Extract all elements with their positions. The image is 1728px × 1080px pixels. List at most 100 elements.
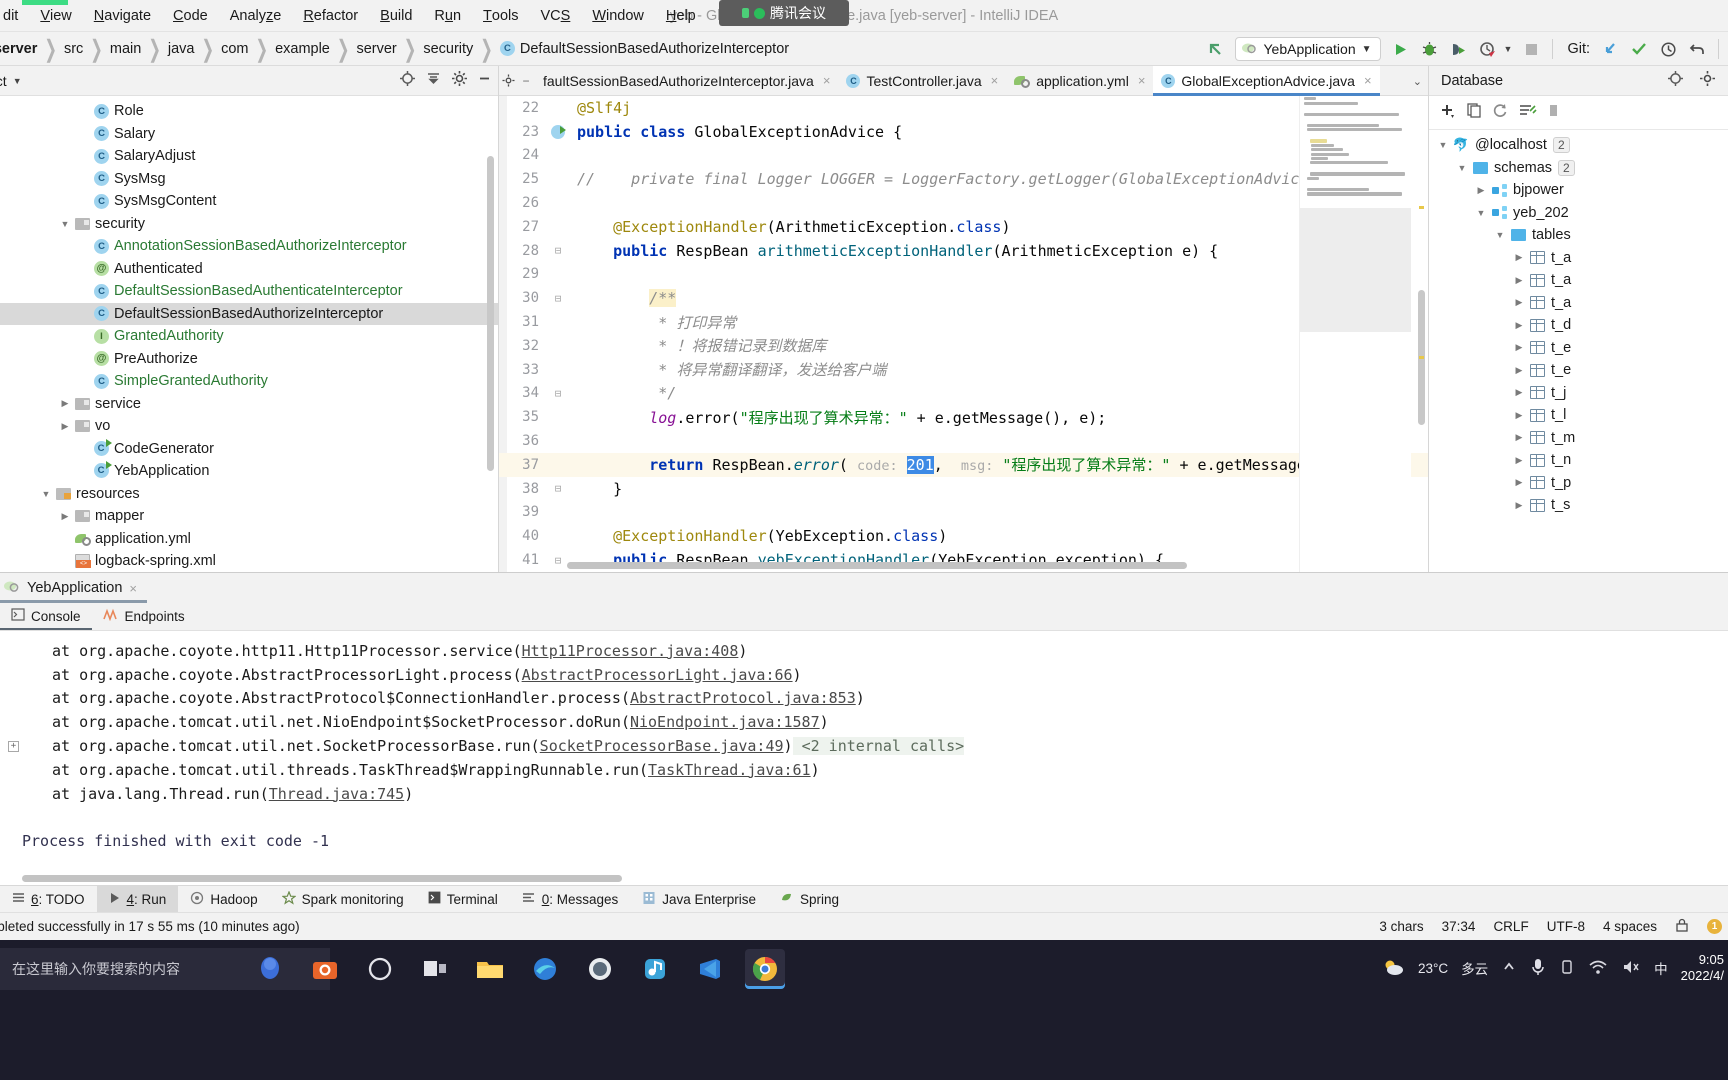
- code-line[interactable]: 33 * 将异常翻译翻译，发送给客户端: [499, 358, 1428, 382]
- menu-item-navigate[interactable]: Navigate: [83, 0, 162, 32]
- breadcrumb-item-com[interactable]: com: [218, 41, 251, 57]
- project-tree-item[interactable]: C DefaultSessionBasedAuthenticateIntercep…: [0, 280, 498, 303]
- run-gutter-icon[interactable]: [551, 124, 566, 139]
- code-fold-toggle[interactable]: ⊟: [555, 244, 562, 257]
- tree-expand-arrow[interactable]: ▶: [1511, 342, 1527, 353]
- code-editor[interactable]: 22 @Slf4j 23 public class GlobalExceptionAd…: [499, 96, 1428, 572]
- tree-expand-arrow[interactable]: ▶: [1511, 252, 1527, 263]
- code-line[interactable]: 27 @ExceptionHandler(ArithmeticException…: [499, 215, 1428, 239]
- editor-horizontal-scrollbar[interactable]: [567, 562, 1187, 569]
- tool-window-button-run[interactable]: 4: Run: [96, 885, 179, 913]
- project-tree-item[interactable]: I GrantedAuthority: [0, 325, 498, 348]
- sub-tab-console[interactable]: Console: [0, 602, 92, 630]
- editor-tab[interactable]: C TestController.java ×: [838, 66, 1006, 96]
- code-line[interactable]: 37 return RespBean.error( code: 201, msg…: [499, 452, 1428, 477]
- tool-window-button-spring[interactable]: Spring: [768, 886, 851, 913]
- update-project-icon[interactable]: [1597, 36, 1623, 62]
- duplicate-icon[interactable]: [1466, 102, 1482, 123]
- project-tree-item[interactable]: C CodeGenerator: [0, 438, 498, 461]
- microphone-icon[interactable]: [1530, 957, 1546, 980]
- settings-icon[interactable]: [1699, 70, 1716, 92]
- close-icon[interactable]: ×: [1364, 73, 1372, 88]
- run-with-coverage-icon[interactable]: [1446, 36, 1472, 62]
- tray-expand-icon[interactable]: [1501, 959, 1517, 978]
- stacktrace-link[interactable]: AbstractProcessorLight.java:66: [522, 666, 793, 684]
- tree-expand-arrow[interactable]: ▶: [1511, 275, 1527, 286]
- menu-item-build[interactable]: Build: [369, 0, 423, 32]
- status-encoding[interactable]: UTF-8: [1547, 919, 1585, 934]
- code-line[interactable]: 29: [499, 263, 1428, 287]
- run-configuration-selector[interactable]: YebApplication ▼: [1235, 37, 1381, 61]
- project-scrollbar[interactable]: [487, 156, 494, 471]
- profiler-icon[interactable]: [1475, 36, 1501, 62]
- breadcrumb-item-security[interactable]: security: [420, 41, 476, 57]
- editor-tab[interactable]: C GlobalExceptionAdvice.java ×: [1153, 65, 1380, 96]
- menu-item-help[interactable]: Help: [655, 0, 707, 32]
- tree-expand-arrow[interactable]: ▶: [1511, 410, 1527, 421]
- tree-expand-arrow[interactable]: ▼: [1454, 163, 1470, 173]
- close-icon[interactable]: ×: [823, 73, 831, 88]
- project-tree-item[interactable]: C Role: [0, 100, 498, 123]
- run-icon[interactable]: [1388, 36, 1414, 62]
- close-icon[interactable]: ×: [991, 73, 999, 88]
- project-tree-item[interactable]: application.yml: [0, 528, 498, 551]
- tree-expand-arrow[interactable]: ▼: [1473, 208, 1489, 218]
- status-caret-position[interactable]: 37:34: [1442, 919, 1476, 934]
- rollback-icon[interactable]: [1684, 36, 1710, 62]
- menu-item-run[interactable]: Run: [423, 0, 472, 32]
- database-tree-item[interactable]: ▶ t_n: [1429, 449, 1728, 472]
- console-output[interactable]: at org.apache.coyote.http11.Http11Proces…: [0, 631, 1728, 886]
- tool-window-button-messages[interactable]: 0: Messages: [510, 886, 631, 913]
- database-tree-item[interactable]: ▶ t_j: [1429, 382, 1728, 405]
- code-line[interactable]: 22 @Slf4j: [499, 96, 1428, 120]
- tree-expand-arrow[interactable]: ▶: [1511, 455, 1527, 466]
- project-tree-item[interactable]: @ Authenticated: [0, 258, 498, 281]
- menu-item-refactor[interactable]: Refactor: [292, 0, 369, 32]
- database-tree-item[interactable]: ▶ t_a: [1429, 269, 1728, 292]
- history-icon[interactable]: [1655, 36, 1681, 62]
- error-stripe-marker[interactable]: [1419, 206, 1424, 209]
- project-tree-item[interactable]: C SysMsg: [0, 168, 498, 191]
- project-tree-item[interactable]: ▶ service: [0, 393, 498, 416]
- database-tree-item[interactable]: ▼ 🐬 @localhost 2: [1429, 134, 1728, 157]
- collapse-all-icon[interactable]: [425, 70, 442, 92]
- code-fold-toggle[interactable]: ⊟: [555, 482, 562, 495]
- usb-icon[interactable]: [1559, 958, 1575, 979]
- code-line[interactable]: 26: [499, 191, 1428, 215]
- database-tree-item[interactable]: ▶ t_a: [1429, 247, 1728, 270]
- screenshot-icon[interactable]: [305, 949, 345, 989]
- minimap-viewport[interactable]: [1300, 208, 1411, 332]
- qq-music-icon[interactable]: [635, 949, 675, 989]
- code-line[interactable]: 23 public class GlobalExceptionAdvice {: [499, 120, 1428, 144]
- editor-tab[interactable]: application.yml ×: [1006, 66, 1153, 96]
- tree-expand-arrow[interactable]: ▼: [57, 219, 73, 229]
- tree-expand-arrow[interactable]: ▶: [57, 421, 73, 432]
- menu-item-analyze[interactable]: Analy z e: [219, 0, 293, 32]
- chrome-icon[interactable]: [745, 949, 785, 989]
- status-badge[interactable]: 1: [1707, 919, 1722, 934]
- tool-window-button-todo[interactable]: 6: TODO: [0, 886, 97, 913]
- project-tree-item[interactable]: C SimpleGrantedAuthority: [0, 370, 498, 393]
- project-tree-item[interactable]: ▶ vo: [0, 415, 498, 438]
- code-line[interactable]: 30 ⊟ /**: [499, 286, 1428, 310]
- run-tab-yebapplication[interactable]: YebApplication ×: [0, 573, 147, 603]
- vscode-icon[interactable]: [690, 949, 730, 989]
- task-view-icon[interactable]: [415, 949, 455, 989]
- weather-icon[interactable]: [1381, 957, 1405, 980]
- stacktrace-link[interactable]: Http11Processor.java:408: [522, 642, 739, 660]
- database-tree-item[interactable]: ▼ yeb_202: [1429, 202, 1728, 225]
- db-tools-icon[interactable]: [1519, 102, 1537, 124]
- tree-expand-arrow[interactable]: ▶: [1511, 500, 1527, 511]
- status-line-separator[interactable]: CRLF: [1493, 919, 1528, 934]
- ime-indicator[interactable]: 中: [1654, 958, 1668, 978]
- stacktrace-link[interactable]: AbstractProtocol.java:853: [630, 689, 856, 707]
- code-line[interactable]: 35 log.error("程序出现了算术异常：" + e.getMessage…: [499, 405, 1428, 429]
- project-tree-item[interactable]: C SysMsgContent: [0, 190, 498, 213]
- console-horizontal-scrollbar[interactable]: [22, 875, 622, 882]
- menu-item-code[interactable]: Code: [162, 0, 219, 32]
- chevron-down-icon[interactable]: ▼: [1504, 44, 1513, 54]
- tree-expand-arrow[interactable]: ▶: [1473, 185, 1489, 196]
- database-tree-item[interactable]: ▶ t_m: [1429, 427, 1728, 450]
- menu-item-tools[interactable]: Tools: [472, 0, 529, 32]
- database-tree-item[interactable]: ▶ t_e: [1429, 337, 1728, 360]
